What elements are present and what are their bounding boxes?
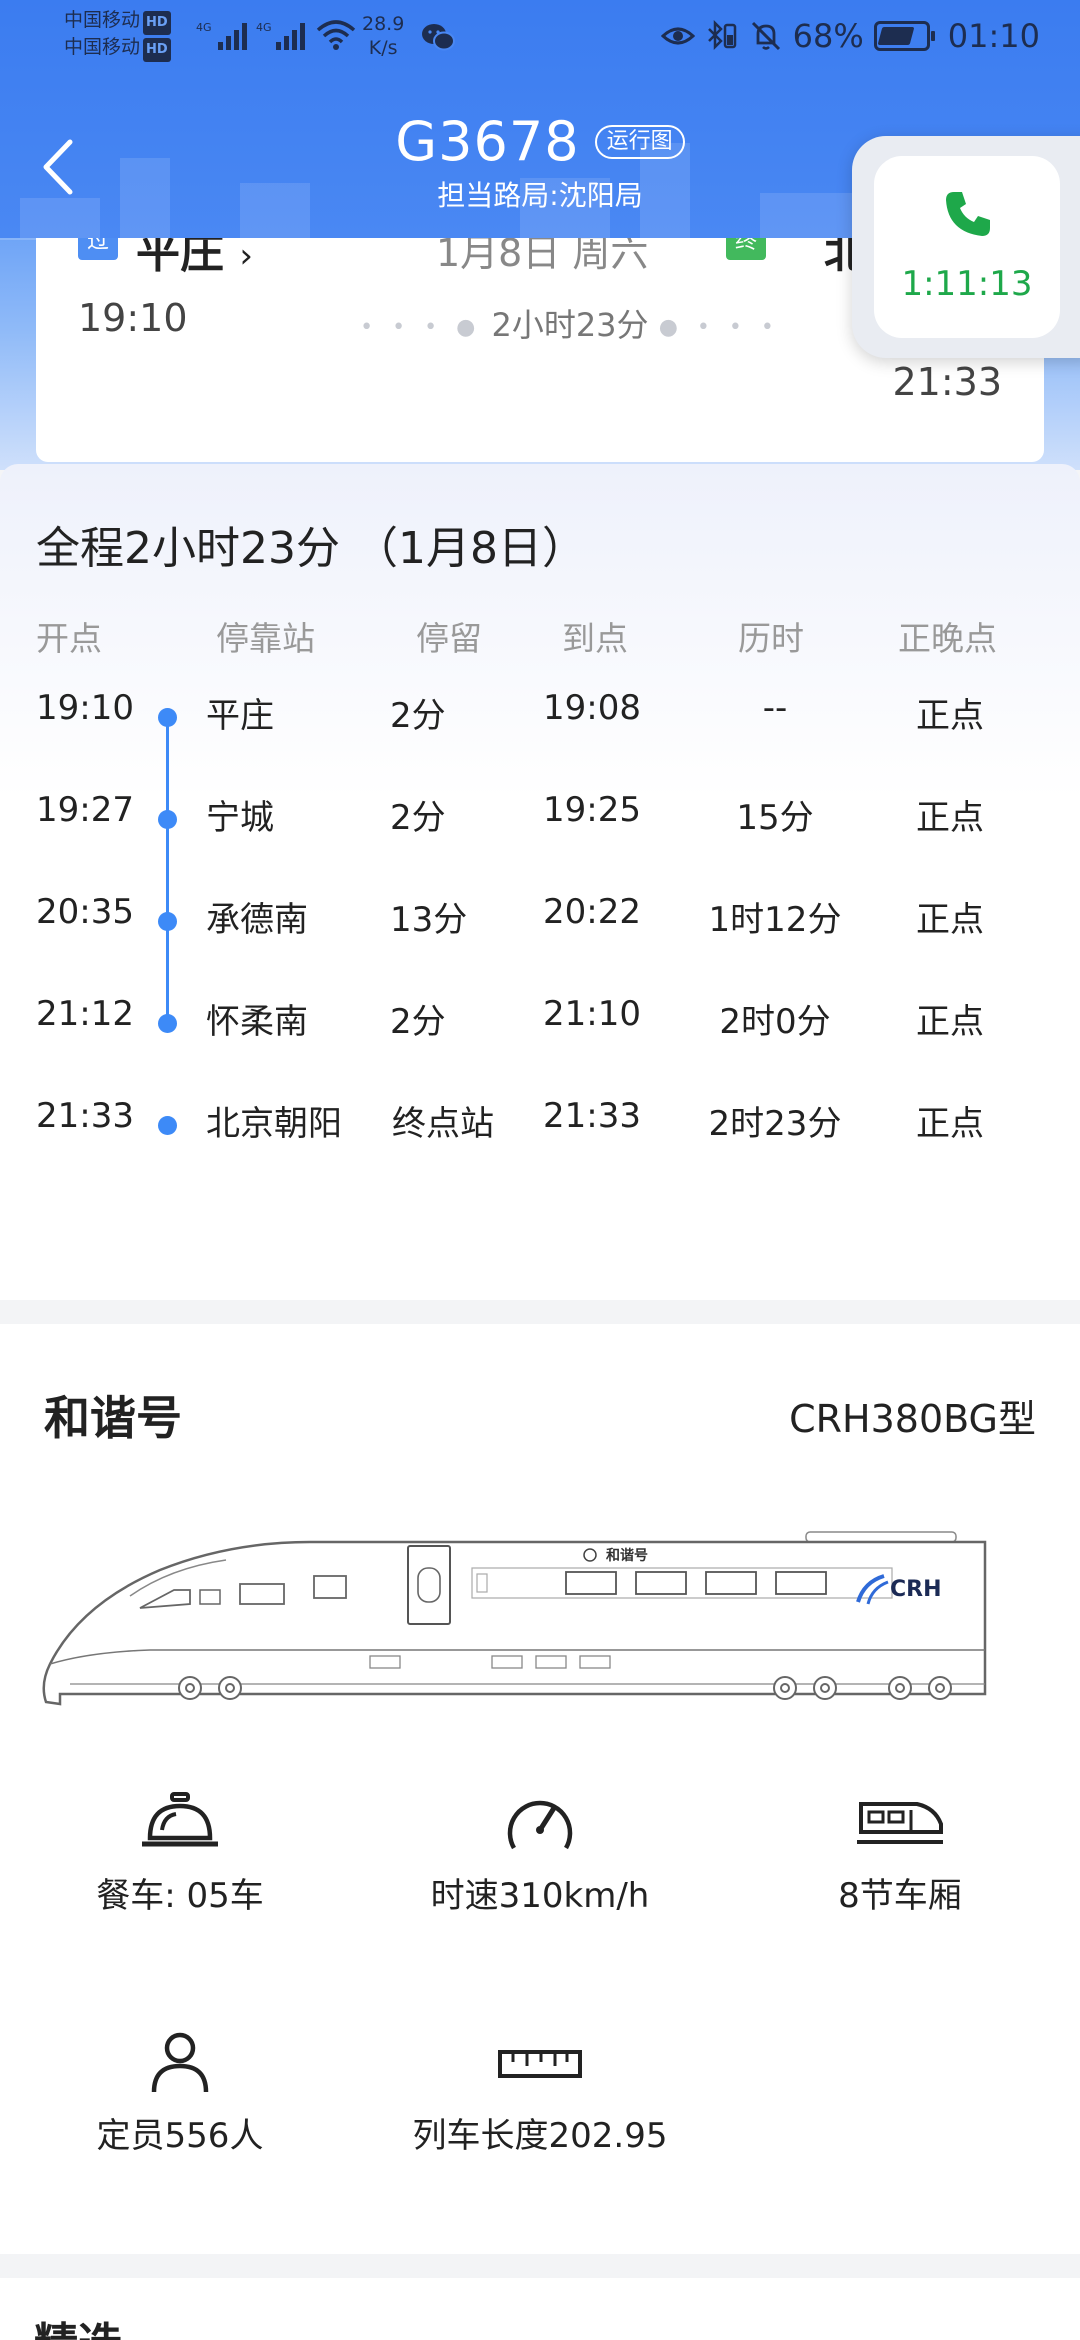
row-station: 北京朝阳 [206, 1104, 342, 1144]
train-model: CRH380BG型 [789, 1397, 1036, 1441]
arrival-time: 21:33 [892, 360, 1002, 404]
crh-logo-text: CRH [890, 1577, 942, 1602]
section-divider [0, 2254, 1080, 2278]
carrier-info: 中国移动 HD 中国移动 HD [64, 8, 171, 62]
header-arrival: 到点 [562, 619, 628, 658]
capacity-label: 定员556人 [96, 2116, 264, 2156]
row-status: 正点 [916, 900, 984, 940]
station-dot [158, 1116, 177, 1135]
phone-icon [946, 192, 990, 236]
feature-length: 列车长度202.95 [390, 2030, 690, 2157]
speed-label: 时速310km/h [430, 1876, 650, 1916]
row-status: 正点 [916, 798, 984, 838]
timetable-title: 全程2小时23分 （1月8日） [36, 523, 586, 574]
row-status: 正点 [916, 1104, 984, 1144]
wechat-icon [422, 24, 455, 51]
train-info-card: 和谐号 CRH380BG型 和谐号 CRH 餐车: 05车 时速310km/h … [0, 1324, 1080, 2254]
call-float-widget[interactable]: 1:11:13 [852, 136, 1080, 358]
row-elapsed: 2时0分 [719, 1002, 831, 1042]
eye-icon [660, 27, 695, 45]
row-station: 怀柔南 [206, 1002, 308, 1042]
row-arrival: 21:10 [543, 994, 641, 1034]
row-arrival: 20:22 [543, 892, 641, 932]
station-dot [158, 810, 177, 829]
network-speed: 28.9 K/s [362, 13, 405, 59]
row-elapsed: -- [762, 688, 788, 728]
run-map-button[interactable]: 运行图 [594, 124, 685, 159]
station-dot [158, 708, 177, 727]
row-arrival: 19:08 [543, 688, 641, 728]
row-arrival: 21:33 [543, 1096, 641, 1136]
feature-speed: 时速310km/h [390, 1790, 690, 1917]
status-bar: 中国移动 HD 中国移动 HD 4G 4G 28.9 K/s 68% 01:10 [0, 0, 1080, 72]
row-stay: 2分 [390, 1002, 446, 1042]
table-row[interactable]: 19:10 平庄 2分 19:08 -- 正点 [0, 688, 1080, 748]
station-dot [158, 1014, 177, 1033]
row-stay: 2分 [390, 696, 446, 736]
row-stay: 终点站 [392, 1104, 494, 1144]
row-stay: 2分 [390, 798, 446, 838]
station-dot [158, 912, 177, 931]
row-station: 承德南 [206, 900, 308, 940]
train-detail-page: 过 平庄 › 1月8日 周六 终 北 19:10 • • • ● 2小时23分 … [0, 0, 1080, 2340]
battery-percent: 68% [792, 17, 864, 55]
table-row[interactable]: 21:12 怀柔南 2分 21:10 2时0分 正点 [0, 994, 1080, 1054]
body-logo-text: 和谐号 [606, 1547, 648, 1564]
status-right: 68% 01:10 [660, 16, 1040, 56]
row-station: 宁城 [206, 798, 274, 838]
call-timer: 1:11:13 [901, 264, 1033, 304]
feature-dining: 餐车: 05车 [30, 1790, 330, 1917]
clock: 01:10 [947, 17, 1040, 55]
row-stay: 13分 [390, 900, 468, 940]
svg-text:4G: 4G [196, 21, 212, 34]
header-departure: 开点 [36, 619, 102, 658]
train-number: G3678 [395, 110, 580, 173]
trip-duration: • • • ● 2小时23分 ● • • • [360, 306, 780, 344]
row-departure: 20:35 [36, 892, 134, 932]
train-car-icon [857, 1802, 943, 1844]
bluetooth-battery-icon [707, 19, 736, 51]
cars-label: 8节车厢 [838, 1876, 962, 1916]
table-row[interactable]: 21:33 北京朝阳 终点站 21:33 2时23分 正点 [0, 1096, 1080, 1156]
row-status: 正点 [916, 696, 984, 736]
row-elapsed: 1时12分 [708, 900, 842, 940]
row-departure: 21:33 [36, 1096, 134, 1136]
row-arrival: 19:25 [543, 790, 641, 830]
row-station: 平庄 [206, 696, 274, 736]
row-elapsed: 15分 [736, 798, 814, 838]
signal-4g-2-icon: 4G [256, 21, 305, 50]
row-departure: 21:12 [36, 994, 134, 1034]
wifi-icon [316, 20, 356, 50]
row-departure: 19:27 [36, 790, 134, 830]
featured-section: 精选 [0, 2278, 1080, 2340]
signal-4g-icon: 4G [196, 21, 247, 50]
battery-icon [873, 21, 935, 51]
route-line [166, 712, 169, 1018]
table-row[interactable]: 19:27 宁城 2分 19:25 15分 正点 [0, 790, 1080, 850]
feature-cars: 8节车厢 [750, 1790, 1050, 1917]
dining-bell-icon [142, 1792, 218, 1847]
header-elapsed: 历时 [738, 619, 804, 658]
row-status: 正点 [916, 1002, 984, 1042]
person-icon [151, 2032, 209, 2093]
section-divider [0, 1300, 1080, 1324]
feature-capacity: 定员556人 [30, 2030, 330, 2157]
featured-title: 精选 [34, 2308, 122, 2340]
row-elapsed: 2时23分 [708, 1104, 842, 1144]
length-label: 列车长度202.95 [412, 2116, 668, 2156]
header-station: 停靠站 [216, 619, 315, 658]
mute-bell-icon [751, 21, 780, 51]
dining-label: 餐车: 05车 [96, 1876, 264, 1916]
ruler-icon [498, 2050, 582, 2078]
speedometer-icon [507, 1800, 573, 1850]
table-row[interactable]: 20:35 承德南 13分 20:22 1时12分 正点 [0, 892, 1080, 952]
header-status: 正晚点 [898, 619, 997, 658]
train-illustration: 和谐号 CRH [42, 1531, 987, 1706]
svg-text:4G: 4G [256, 21, 272, 34]
departure-time: 19:10 [78, 296, 188, 340]
train-brand: 和谐号 [44, 1391, 182, 1445]
header-stay: 停留 [416, 619, 482, 658]
timetable-card: 全程2小时23分 （1月8日） 开点 停靠站 停留 到点 历时 正晚点 19:1… [0, 464, 1080, 1300]
row-departure: 19:10 [36, 688, 134, 728]
